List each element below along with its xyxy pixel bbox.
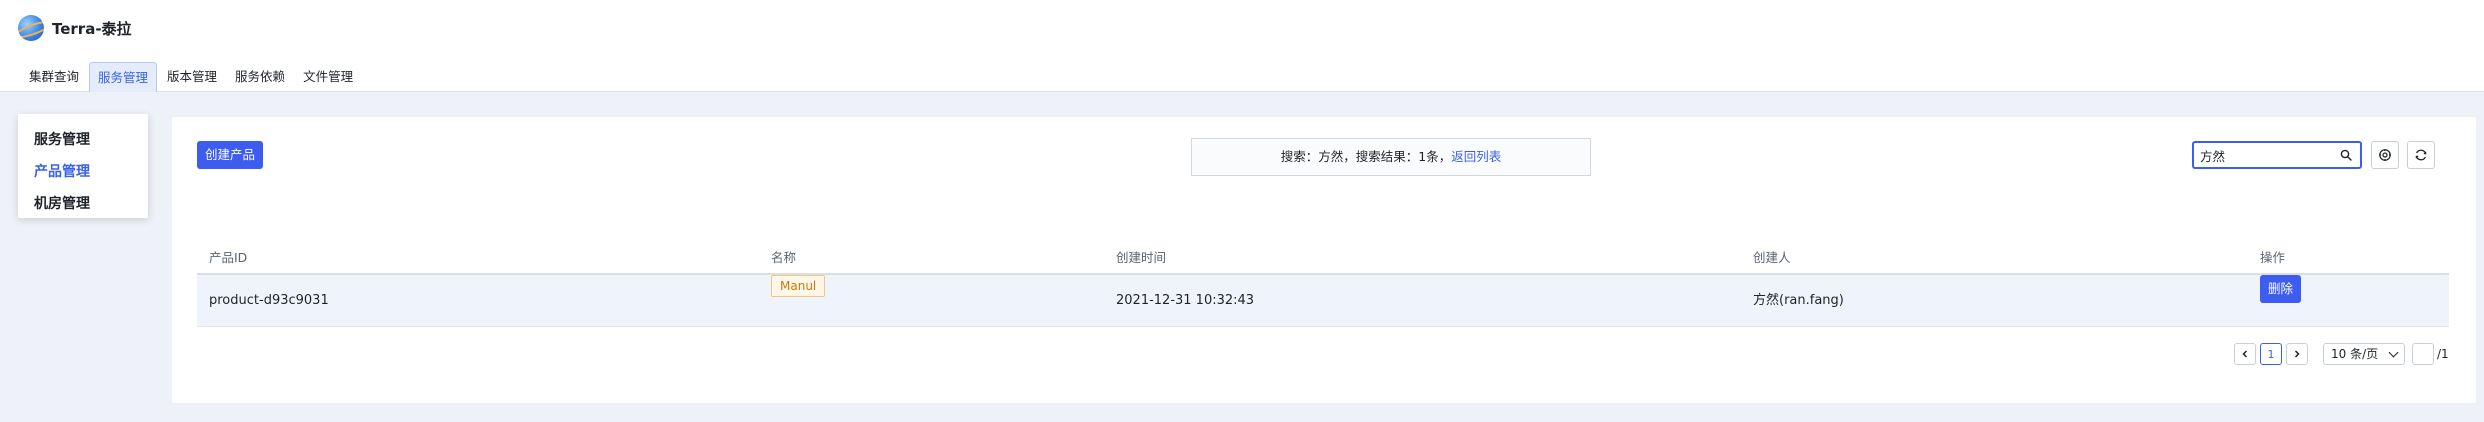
total-pages: /1 [2437,347,2449,361]
product-name-tag: Manul [771,275,826,297]
content-panel: 创建产品 搜索：方然，搜索结果：1条，返回列表 产品ID [172,117,2476,403]
tab-service-dependency[interactable]: 服务依赖 [227,62,293,92]
chevron-left-icon [2242,350,2248,358]
next-page-button[interactable] [2286,343,2308,365]
column-header-name: 名称 [771,250,797,265]
sidebar-item-product-management[interactable]: 产品管理 [18,156,148,188]
search-result-banner: 搜索：方然，搜索结果：1条，返回列表 [1191,138,1591,176]
cell-created-time: 2021-12-31 10:32:43 [1116,293,1255,308]
column-header-product-id: 产品ID [209,250,248,265]
search-input[interactable] [2200,145,2340,165]
refresh-icon [2415,149,2427,161]
tab-file-management[interactable]: 文件管理 [295,62,361,92]
chevron-right-icon [2294,350,2300,358]
back-to-list-link[interactable]: 返回列表 [1451,149,1501,164]
cell-product-id: product-d93c9031 [209,293,329,308]
chevron-down-icon [2388,347,2399,358]
search-result-text: 搜索：方然，搜索结果：1条， [1280,149,1452,164]
prev-page-button[interactable] [2234,343,2256,365]
brand[interactable]: Terra-泰拉 [18,14,132,42]
column-header-created-time: 创建时间 [1116,250,1167,265]
page-size-label: 10 条/页 [2331,347,2379,361]
tab-version-management[interactable]: 版本管理 [159,62,225,92]
page-size-select[interactable]: 10 条/页 [2323,343,2405,365]
sidebar-item-service-management[interactable]: 服务管理 [18,124,148,156]
cell-creator: 方然(ran.fang) [1753,293,1844,308]
sidebar-item-datacenter-management[interactable]: 机房管理 [18,188,148,220]
refresh-button[interactable] [2407,141,2435,169]
app-title: Terra-泰拉 [52,19,132,38]
terra-logo-icon [18,15,44,41]
settings-icon [2379,149,2391,161]
delete-button[interactable]: 删除 [2260,275,2302,303]
search-field[interactable] [2192,141,2362,169]
tab-service-management[interactable]: 服务管理 [89,62,158,92]
page-jump-input[interactable] [2412,343,2434,365]
page-number-button[interactable]: 1 [2260,343,2282,365]
sidebar-menu: 服务管理 产品管理 机房管理 [18,114,148,218]
create-product-button[interactable]: 创建产品 [197,141,264,169]
table-row: product-d93c9031 Manul 2021-12-31 10:32:… [197,275,2449,327]
product-table: 产品ID 名称 创建时间 创建人 操作 product-d93c9031 Man… [197,241,2449,327]
column-header-creator: 创建人 [1753,250,1791,265]
settings-button[interactable] [2371,141,2399,169]
table-header: 产品ID 名称 创建时间 创建人 操作 [197,241,2449,275]
column-header-actions: 操作 [2260,250,2286,265]
search-icon[interactable] [2340,149,2352,161]
tab-cluster-query[interactable]: 集群查询 [21,62,87,92]
top-header: Terra-泰拉 集群查询 服务管理 版本管理 服务依赖 文件管理 [0,0,2484,92]
main-nav: 集群查询 服务管理 版本管理 服务依赖 文件管理 [21,62,363,92]
